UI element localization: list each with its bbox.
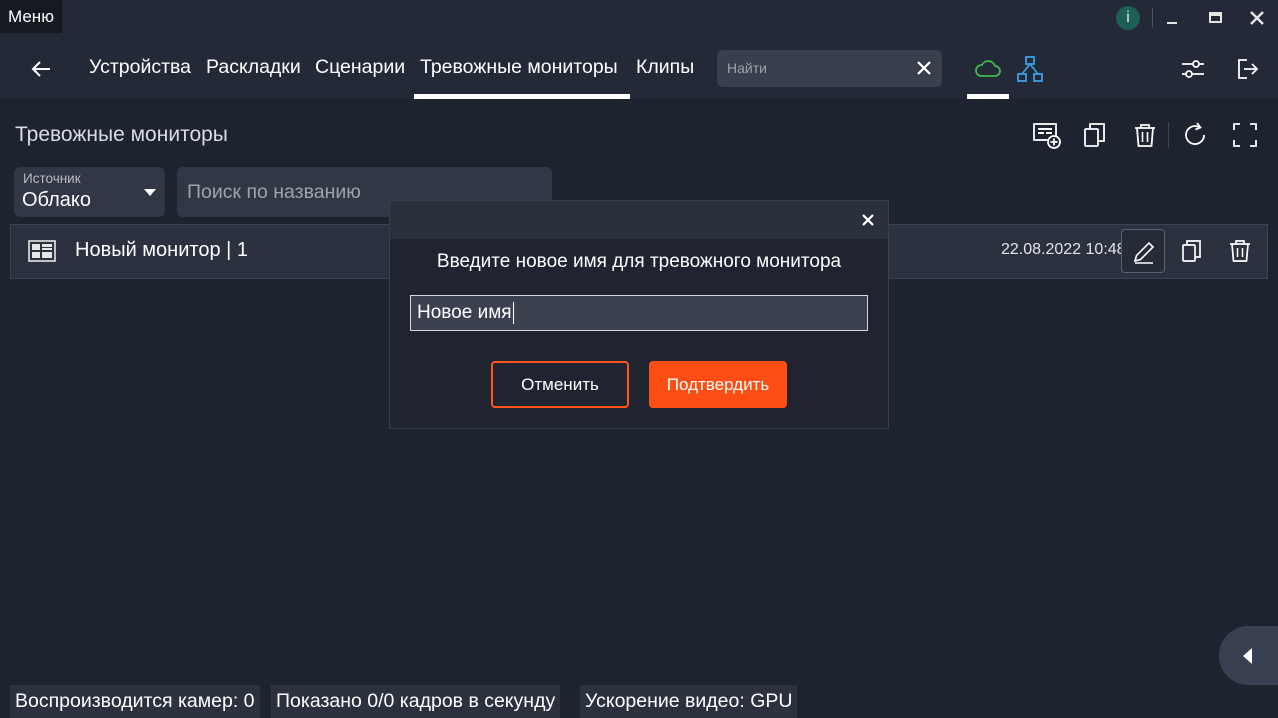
minimize-icon[interactable] bbox=[1160, 6, 1184, 30]
trash-icon bbox=[1230, 240, 1250, 262]
status-cameras: Воспроизводится камер: 0 bbox=[10, 685, 260, 718]
confirm-button[interactable]: Подтвердить bbox=[649, 361, 787, 408]
copy-icon bbox=[1182, 240, 1201, 262]
edit-button[interactable] bbox=[1121, 229, 1165, 273]
status-fps: Показано 0/0 кадров в секунду bbox=[271, 685, 561, 718]
tab-alarm-monitors[interactable]: Тревожные мониторы bbox=[420, 55, 618, 79]
dialog-prompt: Введите новое имя для тревожного монитор… bbox=[436, 251, 842, 272]
monitor-name: Новый монитор | 1 bbox=[75, 239, 248, 261]
caret-left-icon bbox=[1243, 648, 1252, 664]
nav-search-placeholder: Найти bbox=[727, 60, 767, 76]
monitor-grid-icon bbox=[28, 240, 56, 262]
clear-search-icon[interactable] bbox=[914, 58, 934, 78]
copy-icon[interactable] bbox=[1080, 120, 1110, 150]
row-delete-button[interactable] bbox=[1218, 229, 1262, 273]
maximize-icon[interactable] bbox=[1203, 6, 1227, 30]
new-name-value: Новое имя bbox=[417, 302, 512, 323]
rename-dialog: Введите новое имя для тревожного монитор… bbox=[389, 200, 889, 429]
status-acceleration: Ускорение видео: GPU bbox=[580, 685, 798, 718]
window-titlebar: Меню i bbox=[0, 0, 1278, 34]
source-value: Облако bbox=[22, 189, 92, 211]
titlebar-divider bbox=[1152, 8, 1153, 28]
network-icon[interactable] bbox=[1015, 54, 1045, 84]
close-window-icon[interactable] bbox=[1245, 6, 1269, 30]
delete-icon[interactable] bbox=[1130, 120, 1160, 150]
menu-button[interactable]: Меню bbox=[0, 0, 62, 33]
dialog-header bbox=[390, 201, 888, 239]
close-icon[interactable] bbox=[860, 212, 876, 228]
tab-clips[interactable]: Клипы bbox=[636, 55, 694, 79]
tab-devices[interactable]: Устройства bbox=[89, 55, 191, 79]
add-monitor-icon[interactable] bbox=[1032, 120, 1062, 150]
info-icon[interactable]: i bbox=[1116, 6, 1140, 30]
page-title: Тревожные мониторы bbox=[15, 123, 228, 146]
new-name-input[interactable]: Новое имя bbox=[410, 295, 868, 331]
tab-layouts[interactable]: Раскладки bbox=[206, 55, 301, 79]
monitor-date: 22.08.2022 10:48 bbox=[1001, 241, 1126, 258]
toolbar-divider bbox=[1168, 122, 1169, 148]
caret-down-icon bbox=[144, 189, 156, 197]
back-arrow-icon[interactable] bbox=[26, 54, 56, 84]
text-cursor bbox=[512, 301, 514, 324]
logout-icon[interactable] bbox=[1232, 54, 1262, 84]
name-search-placeholder: Поиск по названию bbox=[187, 181, 361, 203]
row-copy-button[interactable] bbox=[1170, 229, 1214, 273]
settings-sliders-icon[interactable] bbox=[1178, 54, 1208, 84]
side-panel-toggle[interactable] bbox=[1219, 626, 1278, 685]
tab-scenarios[interactable]: Сценарии bbox=[315, 55, 405, 79]
refresh-icon[interactable] bbox=[1180, 120, 1210, 150]
active-source-indicator bbox=[967, 94, 1009, 99]
active-tab-indicator bbox=[414, 94, 630, 99]
source-label: Источник bbox=[23, 171, 81, 186]
source-select[interactable]: Источник Облако bbox=[14, 167, 165, 217]
pencil-icon bbox=[1133, 241, 1155, 264]
fullscreen-icon[interactable] bbox=[1230, 120, 1260, 150]
nav-search-input[interactable]: Найти bbox=[717, 50, 942, 87]
cloud-icon[interactable] bbox=[973, 54, 1003, 84]
main-navbar: Устройства Раскладки Сценарии Тревожные … bbox=[0, 34, 1278, 99]
cancel-button[interactable]: Отменить bbox=[491, 361, 629, 408]
